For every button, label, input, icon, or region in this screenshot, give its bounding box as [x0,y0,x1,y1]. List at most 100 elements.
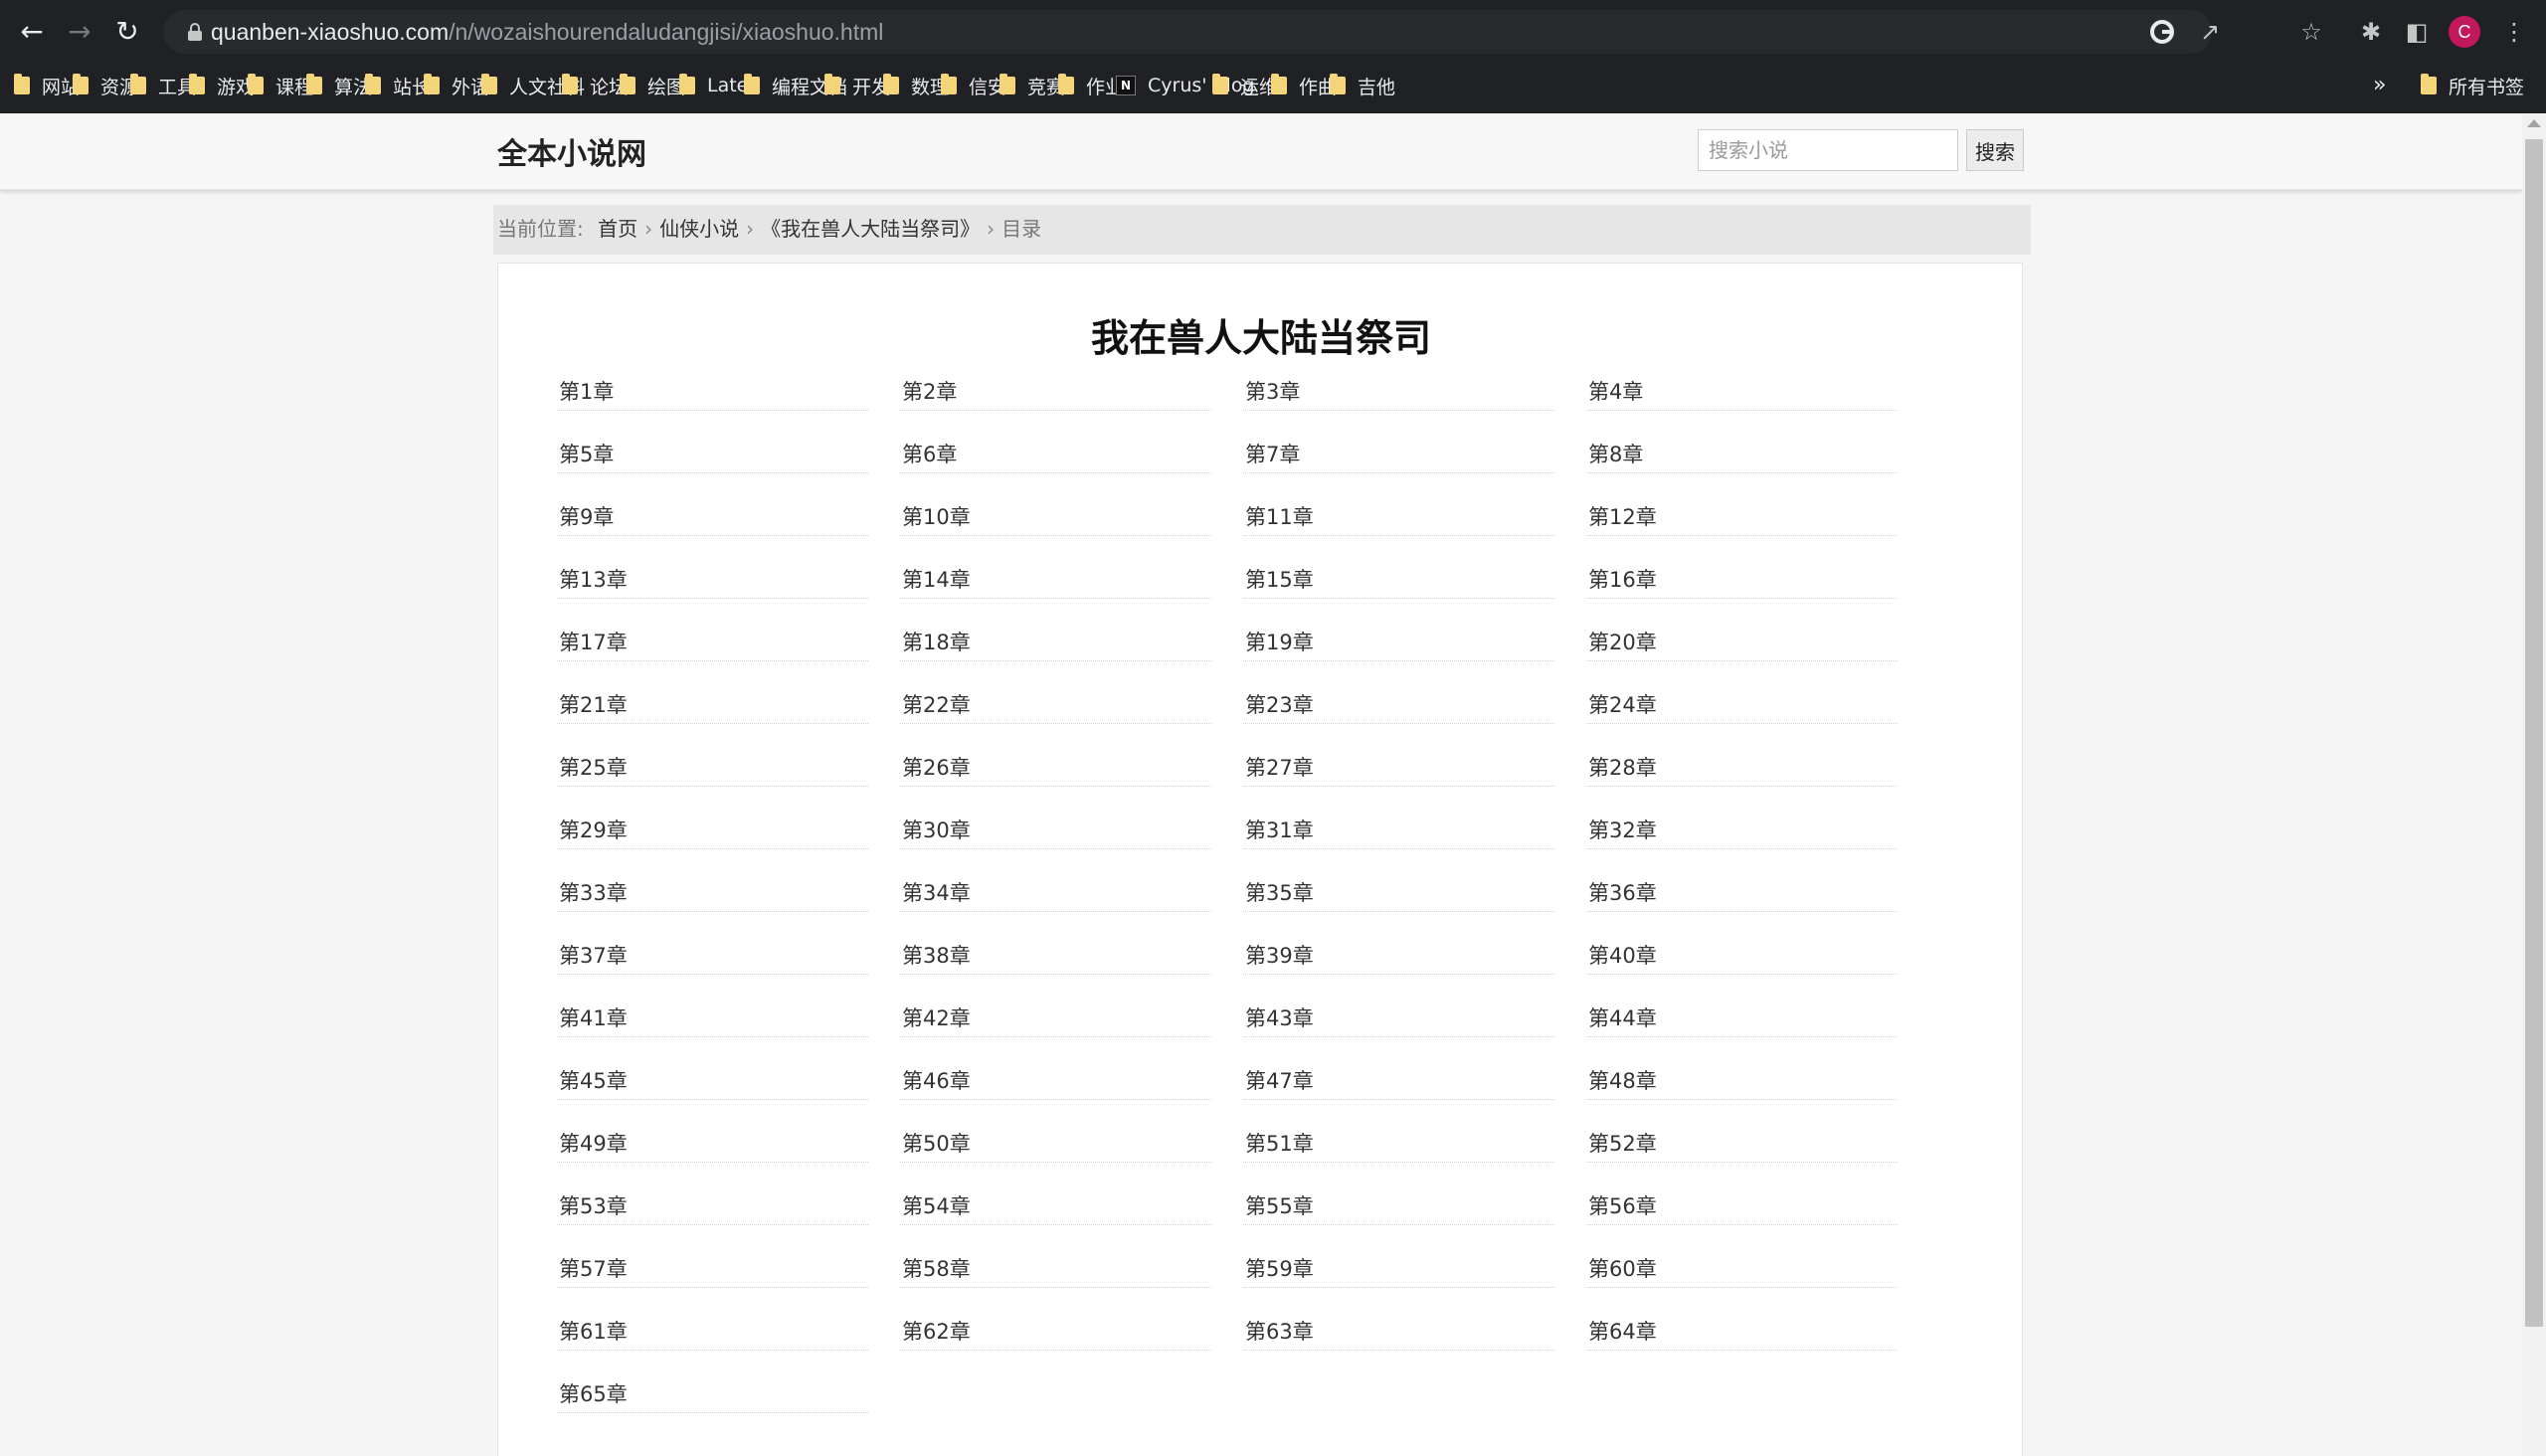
chapter-link[interactable]: 第50章 [900,1127,1211,1163]
scrollbar-thumb[interactable] [2525,139,2543,1327]
google-icon[interactable] [2146,16,2178,48]
chapter-link[interactable]: 第20章 [1586,626,1898,661]
chapter-link[interactable]: 第5章 [557,438,868,473]
chapter-link[interactable]: 第6章 [900,438,1211,473]
chapter-link[interactable]: 第44章 [1586,1001,1898,1037]
chapter-link[interactable]: 第30章 [900,814,1211,849]
chapter-link[interactable]: 第65章 [557,1377,868,1413]
site-logo-link[interactable]: 全本小说网 [497,129,646,173]
chapter-link[interactable]: 第23章 [1243,688,1554,724]
chapter-link[interactable]: 第60章 [1586,1252,1898,1288]
breadcrumb-link[interactable]: 首页 [598,217,637,241]
bookmark-item[interactable]: 算法 [306,70,372,101]
chapter-link[interactable]: 第17章 [557,626,868,661]
star-icon[interactable]: ☆ [2293,14,2329,50]
chapter-link[interactable]: 第52章 [1586,1127,1898,1163]
bookmark-item[interactable]: 运维 [1212,70,1278,101]
chapter-link[interactable]: 第58章 [900,1252,1211,1288]
bookmarks-overflow-button[interactable]: » [2373,70,2386,101]
bookmark-item[interactable]: 信安 [941,70,1006,101]
chapter-link[interactable]: 第28章 [1586,751,1898,787]
chapter-link[interactable]: 第21章 [557,688,868,724]
extensions-icon[interactable]: ✱ [2353,14,2389,50]
chapter-link[interactable]: 第40章 [1586,939,1898,975]
bookmark-item[interactable]: 绘图 [620,70,685,101]
profile-avatar[interactable]: C [2449,16,2480,48]
scroll-up-arrow-icon[interactable] [2527,119,2541,127]
bookmark-item[interactable]: 站长 [365,70,431,101]
chapter-link[interactable]: 第10章 [900,500,1211,536]
chapter-link[interactable]: 第53章 [557,1189,868,1225]
chapter-link[interactable]: 第15章 [1243,563,1554,599]
chapter-link[interactable]: 第38章 [900,939,1211,975]
chapter-link[interactable]: 第16章 [1586,563,1898,599]
chapter-link[interactable]: 第8章 [1586,438,1898,473]
chapter-link[interactable]: 第12章 [1586,500,1898,536]
chapter-link[interactable]: 第57章 [557,1252,868,1288]
back-icon[interactable]: ← [14,14,50,50]
chapter-link[interactable]: 第11章 [1243,500,1554,536]
reload-icon[interactable]: ↻ [109,14,145,50]
chapter-link[interactable]: 第29章 [557,814,868,849]
bookmark-item[interactable]: 作业 [1058,70,1124,101]
menu-icon[interactable]: ⋮ [2496,14,2532,50]
chapter-link[interactable]: 第54章 [900,1189,1211,1225]
chapter-link[interactable]: 第43章 [1243,1001,1554,1037]
bookmark-item[interactable]: 论坛 [562,70,628,101]
bookmark-item[interactable]: 课程 [248,70,313,101]
chapter-link[interactable]: 第59章 [1243,1252,1554,1288]
chapter-link[interactable]: 第42章 [900,1001,1211,1037]
chapter-link[interactable]: 第3章 [1243,375,1554,411]
chapter-link[interactable]: 第31章 [1243,814,1554,849]
chapter-link[interactable]: 第18章 [900,626,1211,661]
bookmark-item[interactable]: 竞赛 [1000,70,1065,101]
chapter-link[interactable]: 第36章 [1586,876,1898,912]
chapter-link[interactable]: 第33章 [557,876,868,912]
bookmark-item[interactable]: 作曲 [1271,70,1337,101]
share-icon[interactable]: ↗ [2194,16,2226,48]
chapter-link[interactable]: 第46章 [900,1064,1211,1100]
chapter-link[interactable]: 第22章 [900,688,1211,724]
breadcrumb-link[interactable]: 仙侠小说 [659,217,739,241]
all-bookmarks-button[interactable]: 所有书签 [2421,70,2524,101]
chapter-link[interactable]: 第4章 [1586,375,1898,411]
chapter-link[interactable]: 第2章 [900,375,1211,411]
bookmark-item[interactable]: 工具 [130,70,196,101]
bookmark-item[interactable]: 游戏 [189,70,255,101]
chapter-link[interactable]: 第1章 [557,375,868,411]
bookmark-item[interactable]: 外语 [424,70,489,101]
chapter-link[interactable]: 第24章 [1586,688,1898,724]
chapter-link[interactable]: 第41章 [557,1001,868,1037]
chapter-link[interactable]: 第56章 [1586,1189,1898,1225]
chapter-link[interactable]: 第34章 [900,876,1211,912]
chapter-link[interactable]: 第19章 [1243,626,1554,661]
chapter-link[interactable]: 第14章 [900,563,1211,599]
chapter-link[interactable]: 第32章 [1586,814,1898,849]
chapter-link[interactable]: 第13章 [557,563,868,599]
chapter-link[interactable]: 第51章 [1243,1127,1554,1163]
chapter-link[interactable]: 第7章 [1243,438,1554,473]
chapter-link[interactable]: 第55章 [1243,1189,1554,1225]
chapter-link[interactable]: 第63章 [1243,1315,1554,1351]
chapter-link[interactable]: 第39章 [1243,939,1554,975]
search-input[interactable] [1698,129,1958,171]
bookmark-item[interactable]: 开发 [824,70,890,101]
bookmark-item[interactable]: 吉他 [1330,70,1395,101]
chapter-link[interactable]: 第61章 [557,1315,868,1351]
lock-icon[interactable] [183,20,207,44]
chapter-link[interactable]: 第9章 [557,500,868,536]
scrollbar[interactable] [2522,113,2546,1456]
chapter-link[interactable]: 第26章 [900,751,1211,787]
side-panel-icon[interactable]: ◧ [2399,14,2435,50]
bookmark-item[interactable]: 资源 [73,70,138,101]
chapter-link[interactable]: 第62章 [900,1315,1211,1351]
chapter-link[interactable]: 第64章 [1586,1315,1898,1351]
chapter-link[interactable]: 第45章 [557,1064,868,1100]
chapter-link[interactable]: 第27章 [1243,751,1554,787]
chapter-link[interactable]: 第49章 [557,1127,868,1163]
forward-icon[interactable]: → [62,14,97,50]
chapter-link[interactable]: 第48章 [1586,1064,1898,1100]
breadcrumb-link[interactable]: 《我在兽人大陆当祭司》 [761,217,980,241]
chapter-link[interactable]: 第47章 [1243,1064,1554,1100]
chapter-link[interactable]: 第25章 [557,751,868,787]
